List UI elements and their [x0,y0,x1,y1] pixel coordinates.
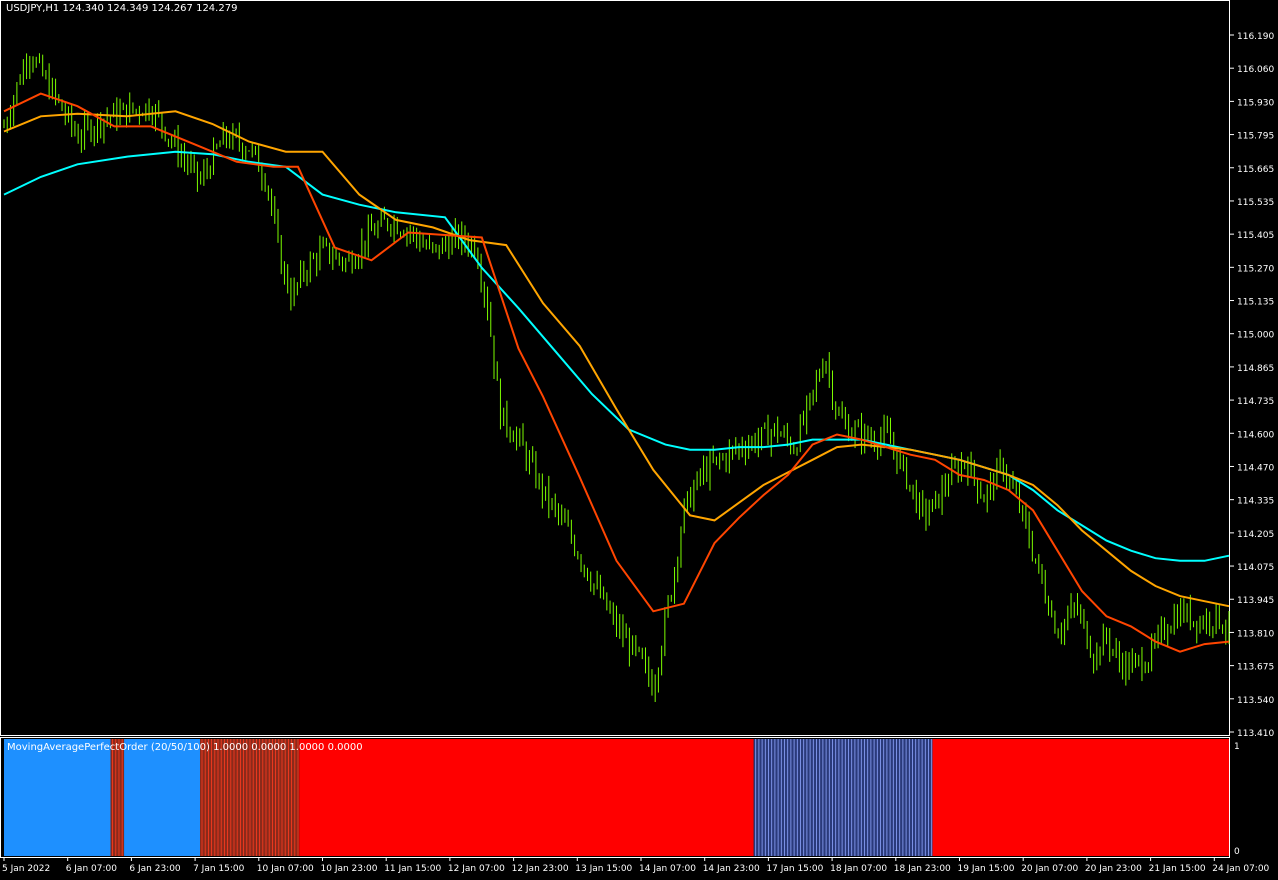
y-tick-label: 113.675 [1237,663,1274,673]
indicator-segment [124,739,200,856]
y-tick-label: 114.335 [1237,497,1274,507]
chart-window[interactable]: 116.190 116.060 115.930 115.795 115.665 115.5… [0,0,1278,880]
y-tick-label: 113.540 [1237,696,1274,706]
y-tick-label: 115.930 [1237,98,1274,108]
x-tick-label: 18 Jan 07:00 [830,864,887,874]
x-tick-label: 19 Jan 15:00 [958,864,1015,874]
quote-values: 124.340 124.349 124.267 124.279 [62,3,238,14]
y-tick-label: 115.795 [1237,132,1274,142]
x-tick-label: 20 Jan 07:00 [1021,864,1078,874]
x-tick-label: 13 Jan 15:00 [575,864,632,874]
symbol-label: USDJPY,H1 [6,3,60,14]
indicator-segment [4,739,111,856]
y-tick-label: 115.405 [1237,231,1274,241]
y-tick-label: 115.270 [1237,264,1274,274]
y-tick-label: 113.410 [1237,729,1274,739]
y-tick-label: 115.000 [1237,331,1274,341]
indicator-segment [299,739,754,856]
y-tick-label: 115.535 [1237,198,1274,208]
y-tick-label: 114.075 [1237,563,1274,573]
y-tick-label: 115.135 [1237,298,1274,308]
x-tick-label: 21 Jan 15:00 [1149,864,1206,874]
x-tick-label: 14 Jan 23:00 [703,864,760,874]
x-tick-label: 11 Jan 15:00 [384,864,441,874]
indicator-label: MovingAveragePerfectOrder (20/50/100) 1.… [7,742,363,753]
x-tick-label: 12 Jan 07:00 [448,864,505,874]
x-tick-label: 6 Jan 07:00 [66,864,118,874]
x-tick-label: 12 Jan 23:00 [512,864,569,874]
indicator-scale-top: 1 [1234,742,1240,752]
y-tick-label: 113.810 [1237,629,1274,639]
y-tick-label: 114.865 [1237,364,1274,374]
y-tick-label: 115.665 [1237,165,1274,175]
y-tick-label: 116.060 [1237,65,1274,75]
y-tick-label: 116.190 [1237,32,1274,42]
indicator-segment [932,739,1229,856]
x-tick-label: 7 Jan 15:00 [193,864,245,874]
ma100-line [3,150,1230,562]
y-tick-label: 114.470 [1237,463,1274,473]
indicator-scale-bottom: 0 [1234,847,1240,857]
x-tick-label: 10 Jan 07:00 [257,864,314,874]
y-tick-label: 113.945 [1237,596,1274,606]
x-tick-label: 17 Jan 15:00 [766,864,823,874]
x-tick-label: 14 Jan 07:00 [639,864,696,874]
ma20-line [3,92,1230,653]
y-tick-label: 114.205 [1237,530,1274,540]
main-chart-frame [0,0,1230,736]
x-tick-label: 6 Jan 23:00 [129,864,181,874]
x-tick-label: 10 Jan 23:00 [321,864,378,874]
y-tick-label: 114.600 [1237,430,1274,440]
x-tick-label: 5 Jan 2022 [2,864,50,874]
symbol-quote-header: USDJPY,H1 124.340 124.349 124.267 124.27… [6,3,237,15]
y-tick-label: 114.735 [1237,397,1274,407]
x-tick-label: 20 Jan 23:00 [1085,864,1142,874]
x-tick-label: 24 Jan 07:00 [1212,864,1269,874]
x-tick-label: 18 Jan 23:00 [894,864,951,874]
